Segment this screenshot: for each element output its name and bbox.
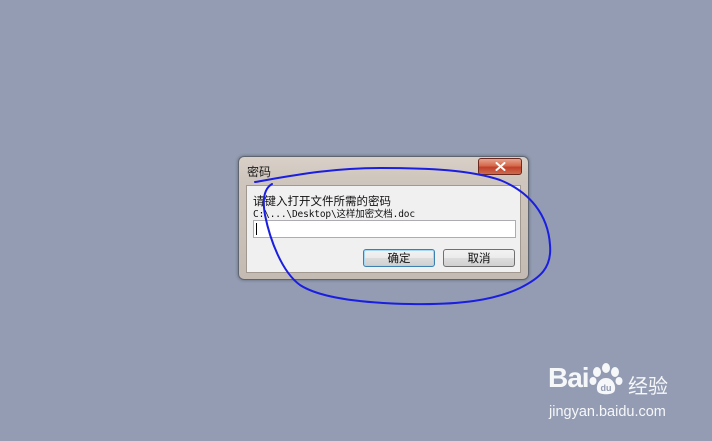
paw-icon: du	[589, 363, 623, 395]
watermark-jingyan-text: 经验	[628, 374, 668, 398]
close-button[interactable]	[478, 158, 522, 175]
text-caret	[256, 223, 257, 235]
watermark-logo-text: Bai	[548, 362, 590, 393]
ok-button[interactable]: 确定	[363, 249, 435, 267]
dialog-body: 请键入打开文件所需的密码 C:\...\Desktop\这样加密文档.doc 确…	[246, 185, 521, 273]
svg-text:du: du	[601, 383, 612, 393]
password-input[interactable]	[253, 220, 516, 238]
cancel-button[interactable]: 取消	[443, 249, 515, 267]
dialog-title: 密码	[247, 165, 272, 179]
close-icon	[495, 162, 505, 171]
file-path-label: C:\...\Desktop\这样加密文档.doc	[253, 209, 415, 220]
watermark-url: jingyan.baidu.com	[549, 404, 666, 420]
password-dialog: 密码 请键入打开文件所需的密码 C:\...\Desktop\这样加密文档.do…	[238, 156, 529, 280]
